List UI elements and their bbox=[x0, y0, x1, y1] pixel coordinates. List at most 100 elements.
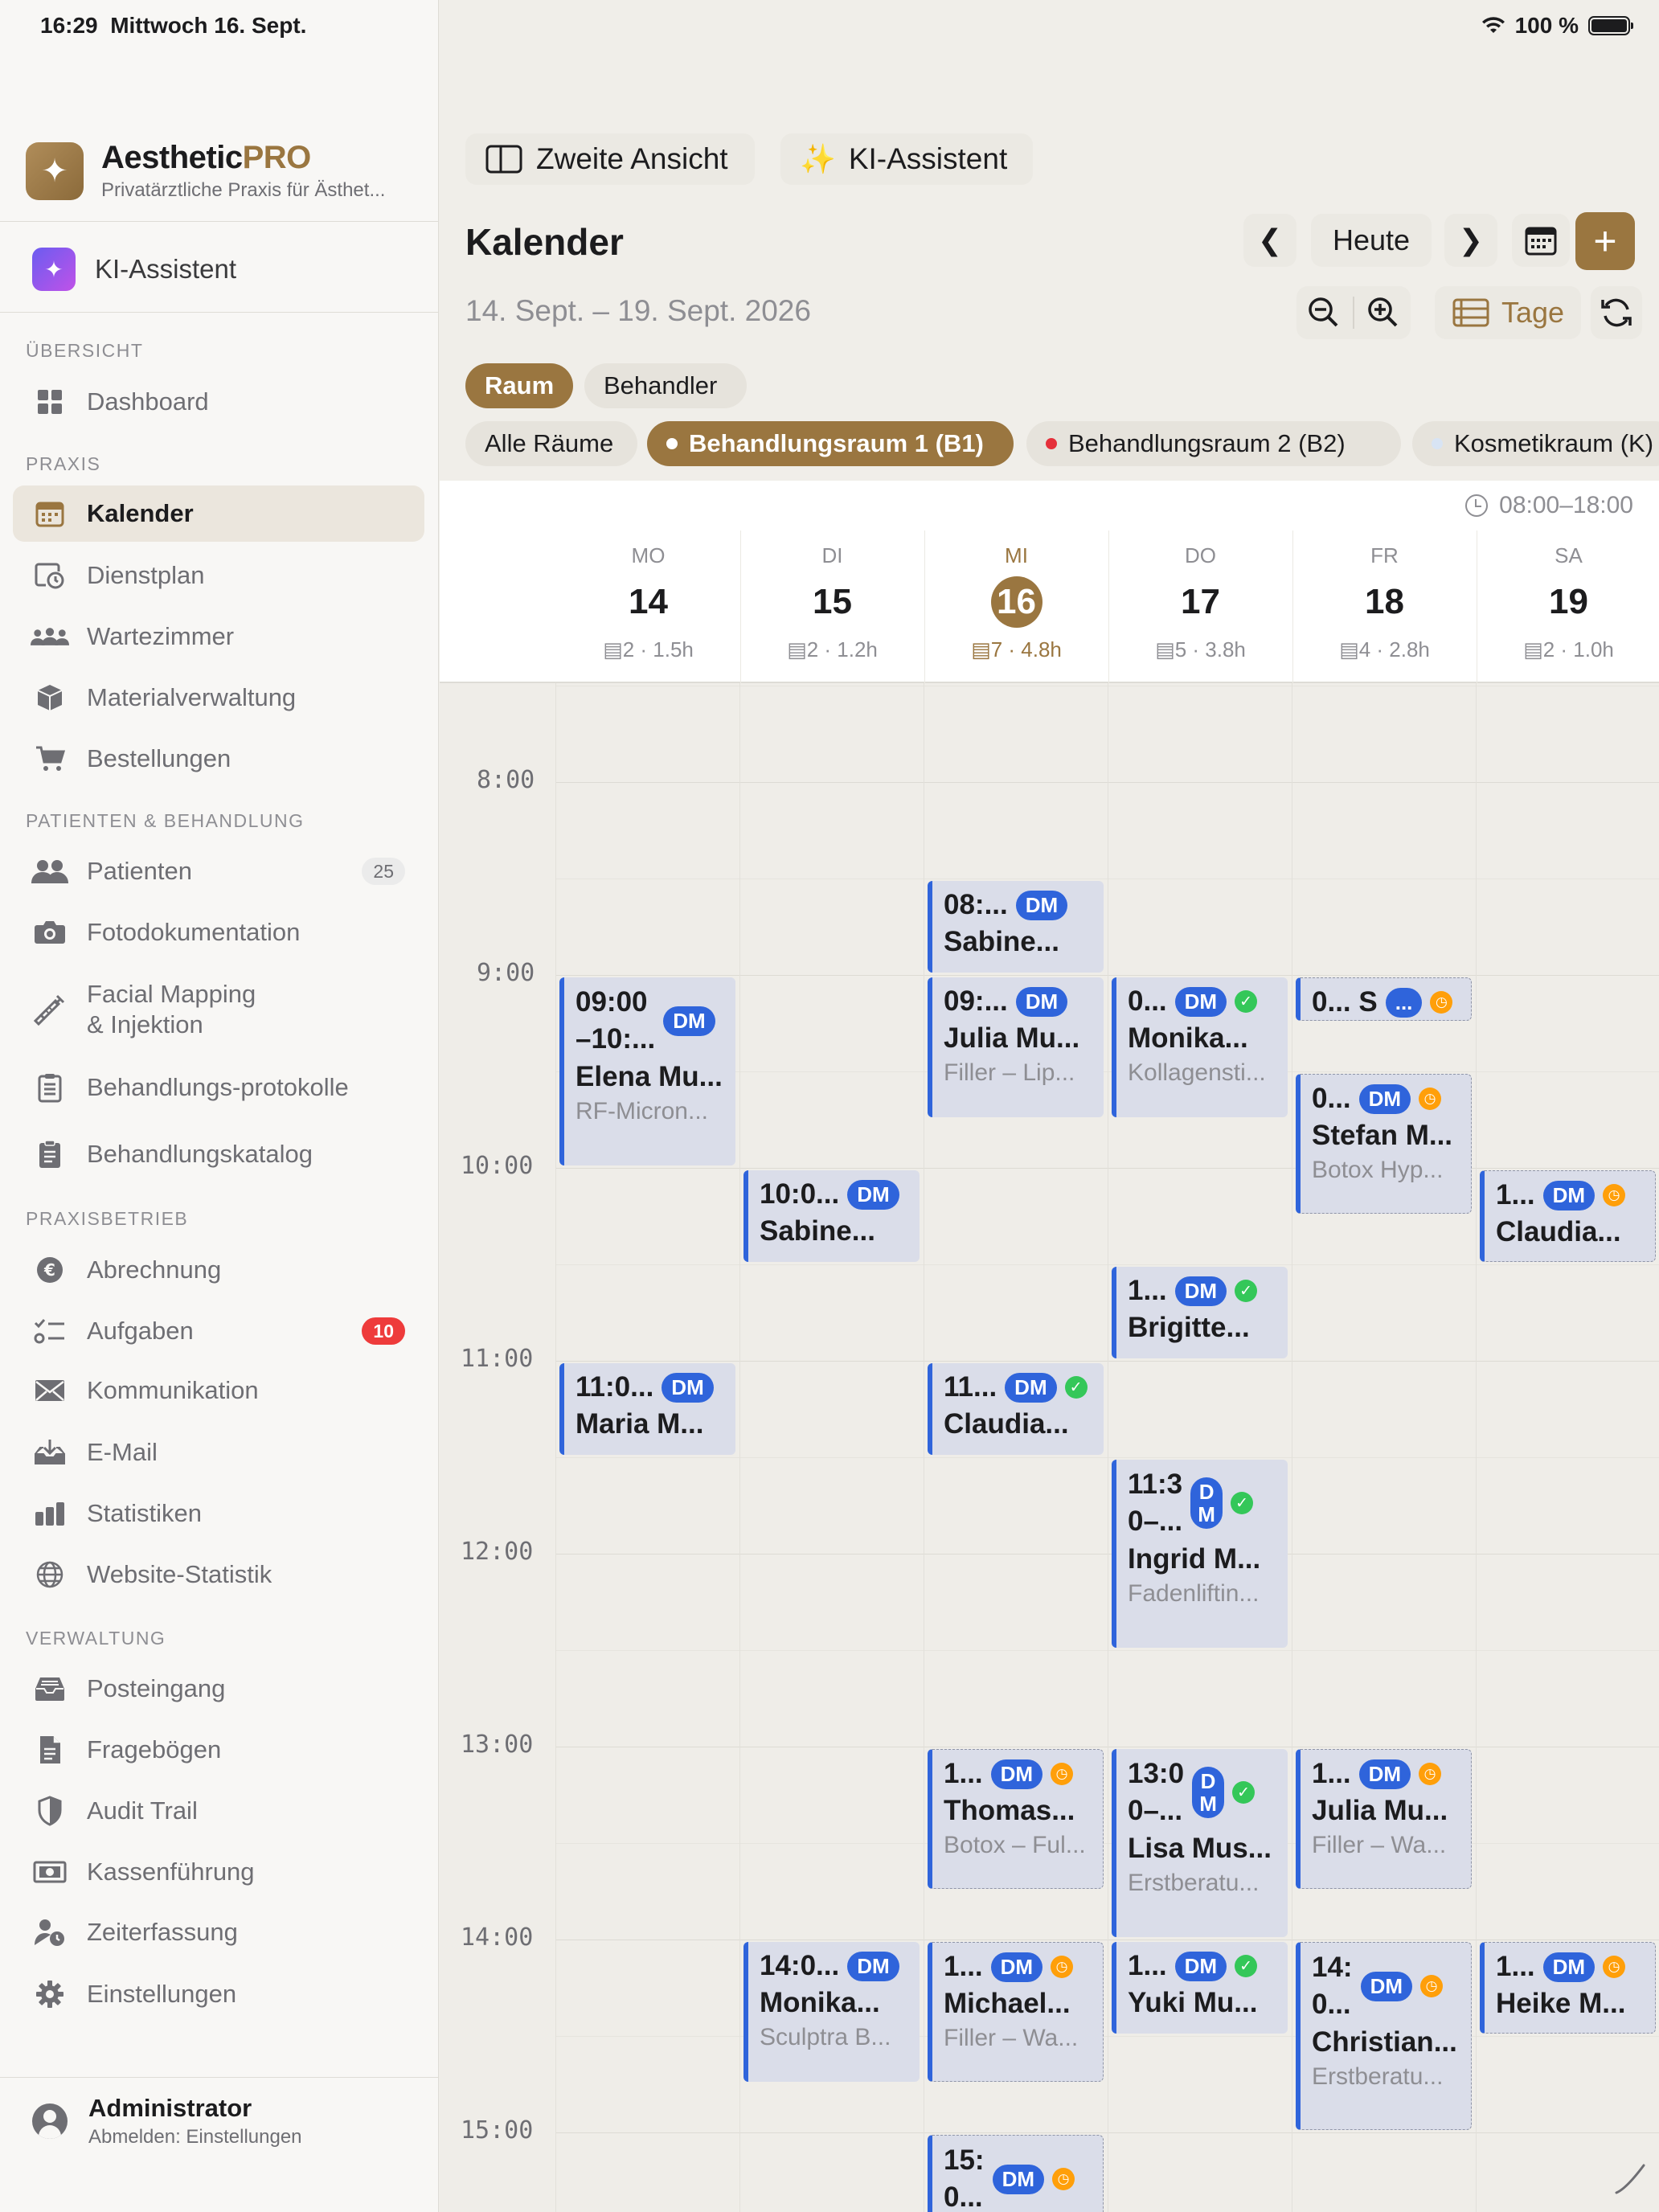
status-time-text: 16:29 bbox=[40, 13, 98, 38]
patient-name: Julia Mu... bbox=[944, 1022, 1080, 1054]
sidebar-item-abrechnung[interactable]: € Abrechnung bbox=[13, 1242, 424, 1298]
sidebar-item-facial-mapping[interactable]: Facial Mapping & Injektion bbox=[13, 965, 424, 1054]
appointment-card[interactable]: 14:0... DM Monika... Sculptra B... bbox=[743, 1942, 920, 2082]
next-week-button[interactable]: ❯ bbox=[1444, 214, 1497, 267]
room-chip[interactable]: Behandlungsraum 1 (B1) bbox=[647, 421, 1014, 466]
sidebar-item-protokolle[interactable]: Behandlungs-protokolle bbox=[13, 1059, 424, 1116]
sidebar-item-kommunikation[interactable]: Kommunikation bbox=[13, 1362, 424, 1419]
sidebar-item-bestellungen[interactable]: Bestellungen bbox=[13, 731, 424, 787]
room-chip[interactable]: Kosmetikraum (K) bbox=[1412, 421, 1659, 466]
day-header-do[interactable]: DO 17 ▤5 · 3.8h bbox=[1108, 530, 1292, 683]
appointment-card[interactable]: 14: 0... DM ◷ Christian... Erstberatu... bbox=[1296, 1942, 1472, 2130]
appointment-card[interactable]: 09:... DM Julia Mu... Filler – Lip... bbox=[928, 977, 1104, 1117]
practitioner-badge: DM bbox=[847, 1179, 899, 1210]
sidebar-item-katalog[interactable]: Behandlungskatalog bbox=[13, 1126, 424, 1182]
treatment-name: Sculptra B... bbox=[760, 2024, 891, 2050]
day-header-mi[interactable]: MI 16 ▤7 · 4.8h bbox=[924, 530, 1108, 683]
sidebar-item-frageboegen[interactable]: Fragebögen bbox=[13, 1722, 424, 1778]
zoom-out-icon[interactable] bbox=[1306, 295, 1342, 330]
status-date: Mittwoch 16. Sept. bbox=[110, 13, 307, 38]
appointment-card[interactable]: 0... DM ◷ Stefan M... Botox Hyp... bbox=[1296, 1074, 1472, 1214]
appointment-card[interactable]: 09:00 –10:... DM Elena Mu... RF-Micron... bbox=[559, 977, 735, 1165]
appointment-card[interactable]: 11:3 0–... DM ✓ Ingrid M... Fadenliftin... bbox=[1112, 1460, 1288, 1648]
appointment-card[interactable]: 11:0... DM Maria M... bbox=[559, 1363, 735, 1455]
sidebar-item-patienten[interactable]: Patienten 25 bbox=[13, 843, 424, 899]
sidebar-item-label: Fotodokumentation bbox=[87, 918, 301, 946]
appointment-card[interactable]: 08:... DM Sabine... bbox=[928, 881, 1104, 973]
day-header-mo[interactable]: MO 14 ▤2 · 1.5h bbox=[556, 530, 740, 683]
room-chip[interactable]: Alle Räume bbox=[465, 421, 637, 466]
appointment-card[interactable]: 10:0... DM Sabine... bbox=[743, 1170, 920, 1262]
today-button[interactable]: Heute bbox=[1311, 214, 1432, 267]
room-chip-label: Kosmetikraum (K) bbox=[1454, 429, 1654, 457]
appointment-time: 1... bbox=[1128, 1275, 1167, 1306]
calendar-picker-button[interactable] bbox=[1512, 214, 1570, 267]
appointment-header: 1... DM ◷ bbox=[944, 1756, 1093, 1792]
appointment-card[interactable]: 13:0 0–... DM ✓ Lisa Mus... Erstberatu... bbox=[1112, 1749, 1288, 1937]
time-label: 13:00 bbox=[461, 1731, 534, 1759]
second-view-button[interactable]: Zweite Ansicht bbox=[465, 133, 755, 185]
main-content: Zweite Ansicht ✨ KI-Assistent Kalender 1… bbox=[440, 0, 1659, 2212]
day-header-di[interactable]: DI 15 ▤2 · 1.2h bbox=[740, 530, 924, 683]
room-chip[interactable]: Behandlungsraum 2 (B2) bbox=[1026, 421, 1401, 466]
appointment-card[interactable]: 1... DM ◷ Julia Mu... Filler – Wa... bbox=[1296, 1749, 1472, 1889]
view-mode-behandler[interactable]: Behandler bbox=[584, 363, 747, 408]
view-mode-raum[interactable]: Raum bbox=[465, 363, 573, 408]
box-icon bbox=[31, 683, 69, 712]
pending-clock-icon: ◷ bbox=[1052, 2168, 1075, 2190]
sidebar-item-foto[interactable]: Fotodokumentation bbox=[13, 904, 424, 961]
appointment-card[interactable]: 1... DM ✓ Brigitte... bbox=[1112, 1267, 1288, 1358]
practitioner-badge: DM bbox=[663, 1006, 715, 1036]
sidebar-item-dienstplan[interactable]: Dienstplan bbox=[13, 547, 424, 604]
sidebar-item-material[interactable]: Materialverwaltung bbox=[13, 670, 424, 726]
appointment-time: 1... bbox=[1128, 1950, 1167, 1981]
sidebar-item-audit[interactable]: Audit Trail bbox=[13, 1783, 424, 1839]
appointment-time: 1... bbox=[944, 1951, 983, 1982]
brand[interactable]: ✦ AestheticPRO Privatärztliche Praxis fü… bbox=[26, 140, 385, 202]
appointment-card[interactable]: 1... DM ◷ Michael... Filler – Wa... bbox=[928, 1942, 1104, 2082]
practitioner-badge: DM bbox=[1174, 1276, 1227, 1306]
appointment-card[interactable]: 1... DM ◷ Claudia... bbox=[1480, 1170, 1656, 1262]
sidebar-item-zeiterfassung[interactable]: Zeiterfassung bbox=[13, 1904, 424, 1960]
day-stats: ▤5 · 3.8h bbox=[1155, 637, 1246, 662]
prev-week-button[interactable]: ❮ bbox=[1243, 214, 1296, 267]
zoom-in-icon[interactable] bbox=[1366, 295, 1401, 330]
sidebar-item-einstellungen[interactable]: Einstellungen bbox=[13, 1966, 424, 2022]
refresh-button[interactable] bbox=[1591, 286, 1642, 339]
calendar-icon bbox=[31, 500, 69, 527]
sidebar-item-posteingang[interactable]: Posteingang bbox=[13, 1661, 424, 1717]
appointment-card[interactable]: 0... DM ✓ Monika... Kollagensti... bbox=[1112, 977, 1288, 1117]
user-profile[interactable]: Administrator Abmelden: Einstellungen bbox=[32, 2094, 302, 2149]
sidebar-item-wartezimmer[interactable]: Wartezimmer bbox=[13, 608, 424, 665]
appointment-card[interactable]: 1... DM ◷ Thomas... Botox – Ful... bbox=[928, 1749, 1104, 1889]
appointment-card[interactable]: 1... DM ◷ Heike M... bbox=[1480, 1942, 1656, 2034]
column-line bbox=[739, 683, 740, 2212]
sidebar-item-aufgaben[interactable]: Aufgaben 10 bbox=[13, 1303, 424, 1359]
tasks-count-badge: 10 bbox=[362, 1317, 405, 1345]
room-chip-label: Behandlungsraum 1 (B1) bbox=[689, 429, 984, 457]
patient-name: Michael... bbox=[944, 1988, 1071, 2019]
sidebar-item-website[interactable]: Website-Statistik bbox=[13, 1546, 424, 1603]
ki-assistant-button[interactable]: ✨ KI-Assistent bbox=[780, 133, 1033, 185]
practitioner-badge: DM bbox=[990, 1952, 1043, 1982]
sidebar-item-dashboard[interactable]: Dashboard bbox=[13, 374, 424, 430]
day-header-sa[interactable]: SA 19 ▤2 · 1.0h bbox=[1477, 530, 1659, 683]
sidebar-item-kasse[interactable]: Kassenführung bbox=[13, 1844, 424, 1900]
sidebar-ki-assistant[interactable]: ✦ KI-Assistent bbox=[32, 248, 236, 291]
sidebar-item-email[interactable]: E-Mail bbox=[13, 1424, 424, 1481]
days-view-button[interactable]: Tage bbox=[1435, 286, 1581, 339]
sidebar-ki-label: KI-Assistent bbox=[95, 254, 237, 284]
appointment-card[interactable]: 11... DM ✓ Claudia... bbox=[928, 1363, 1104, 1455]
appointment-card[interactable]: 1... DM ✓ Yuki Mu... bbox=[1112, 1942, 1288, 2034]
patient-name: Monika... bbox=[760, 1987, 880, 2018]
day-header-fr[interactable]: FR 18 ▤4 · 2.8h bbox=[1292, 530, 1477, 683]
sidebar-item-kalender[interactable]: Kalender bbox=[13, 485, 424, 542]
sidebar-item-statistiken[interactable]: Statistiken bbox=[13, 1485, 424, 1542]
appointment-card[interactable]: 15: 0... DM ◷ bbox=[928, 2135, 1104, 2212]
appointment-time: 13:0 0–... bbox=[1128, 1755, 1184, 1829]
add-appointment-button[interactable]: + bbox=[1575, 212, 1635, 270]
time-label: 11:00 bbox=[461, 1345, 534, 1373]
patient-name: Sabine... bbox=[944, 926, 1059, 957]
appointment-card[interactable]: 0... S... ◷ bbox=[1296, 977, 1472, 1021]
booked-hours: 4.8h bbox=[1021, 637, 1062, 662]
